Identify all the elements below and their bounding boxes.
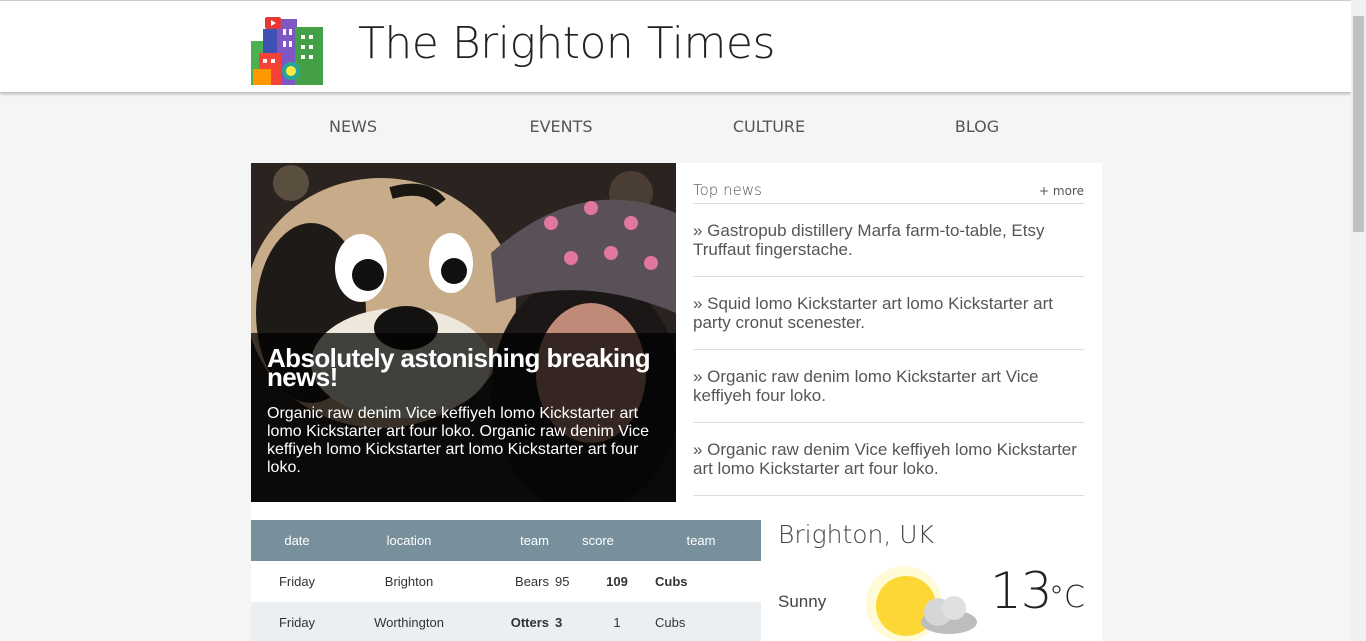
hero-story[interactable]: Absolutely astonishing breaking news! Or…	[251, 163, 676, 502]
top-news-panel: Top news + more » Gastropub distillery M…	[693, 181, 1084, 496]
nav-item-blog[interactable]: BLOG	[871, 108, 1083, 148]
column-header-score: score	[582, 533, 614, 548]
weather-city: Brighton, UK	[778, 520, 934, 549]
cell-score-home: 3	[555, 615, 563, 630]
nav-item-news[interactable]: NEWS	[251, 108, 455, 148]
weather-temperature: 13	[990, 562, 1053, 620]
scrollbar[interactable]	[1351, 0, 1366, 641]
weather-widget: Brighton, UK Sunny 13 °C	[778, 518, 1088, 641]
sun-cloud-icon	[866, 566, 977, 641]
column-header-location: location	[386, 533, 432, 548]
column-header-team: team	[520, 533, 549, 548]
more-news-link[interactable]: + more	[1039, 184, 1084, 198]
news-item[interactable]: » Squid lomo Kickstarter art lomo Kickst…	[693, 277, 1084, 350]
site-title[interactable]: The Brighton Times	[358, 18, 775, 69]
city-logo-icon[interactable]	[251, 15, 323, 87]
hero-text: Organic raw denim Vice keffiyeh lomo Kic…	[267, 405, 650, 476]
cell-location: Worthington	[374, 615, 444, 630]
news-item[interactable]: » Organic raw denim Vice keffiyeh lomo K…	[693, 423, 1084, 496]
site-header: The Brighton Times	[0, 0, 1351, 92]
cell-date: Friday	[278, 615, 316, 630]
weather-condition: Sunny	[778, 592, 827, 611]
hero-title[interactable]: Absolutely astonishing breaking news!	[267, 345, 660, 390]
cell-score-home: 95	[555, 574, 570, 589]
cell-score-away: 1	[613, 615, 621, 630]
column-header-team-2: team	[686, 533, 716, 548]
cell-date: Friday	[278, 574, 316, 589]
main-nav: NEWS EVENTS CULTURE BLOG	[251, 108, 1102, 148]
weather-unit: °C	[1049, 580, 1085, 615]
nav-item-events[interactable]: EVENTS	[455, 108, 667, 148]
cell-team-away: Cubs	[655, 615, 686, 630]
main-card: Absolutely astonishing breaking news! Or…	[251, 163, 1102, 641]
hero-overlay: Absolutely astonishing breaking news! Or…	[251, 333, 676, 502]
top-news-header: Top news + more	[693, 181, 1084, 204]
nav-item-culture[interactable]: CULTURE	[667, 108, 871, 148]
cell-score-away: 109	[606, 574, 628, 589]
cell-location: Brighton	[384, 574, 434, 589]
cell-team-home: Otters	[510, 615, 549, 630]
scores-table: date location team score team Friday Bri…	[251, 520, 761, 641]
top-news-title: Top news	[693, 181, 762, 199]
column-header-date: date	[284, 533, 310, 548]
cell-team-away: Cubs	[655, 574, 688, 589]
table-row: Friday Brighton Bears 95 109 Cubs	[251, 561, 761, 602]
news-item[interactable]: » Gastropub distillery Marfa farm-to-tab…	[693, 204, 1084, 277]
scores-table-header: date location team score team	[251, 520, 761, 561]
scrollbar-thumb[interactable]	[1353, 16, 1364, 232]
cell-team-home: Bears	[515, 574, 549, 589]
news-item[interactable]: » Organic raw denim lomo Kickstarter art…	[693, 350, 1084, 423]
table-row: Friday Worthington Otters 3 1 Cubs	[251, 602, 761, 641]
